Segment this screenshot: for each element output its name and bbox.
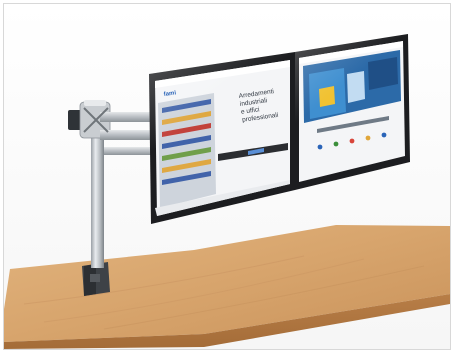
left-monitor: fami Arredamenti industriali e uffici pr… xyxy=(149,52,295,224)
photo-frame: fami Arredamenti industriali e uffici pr… xyxy=(3,3,451,350)
articulating-arm xyxy=(68,100,160,155)
right-monitor xyxy=(295,34,410,190)
monitor-arm-photo: fami Arredamenti industriali e uffici pr… xyxy=(4,34,450,349)
wooden-desk xyxy=(4,225,450,349)
